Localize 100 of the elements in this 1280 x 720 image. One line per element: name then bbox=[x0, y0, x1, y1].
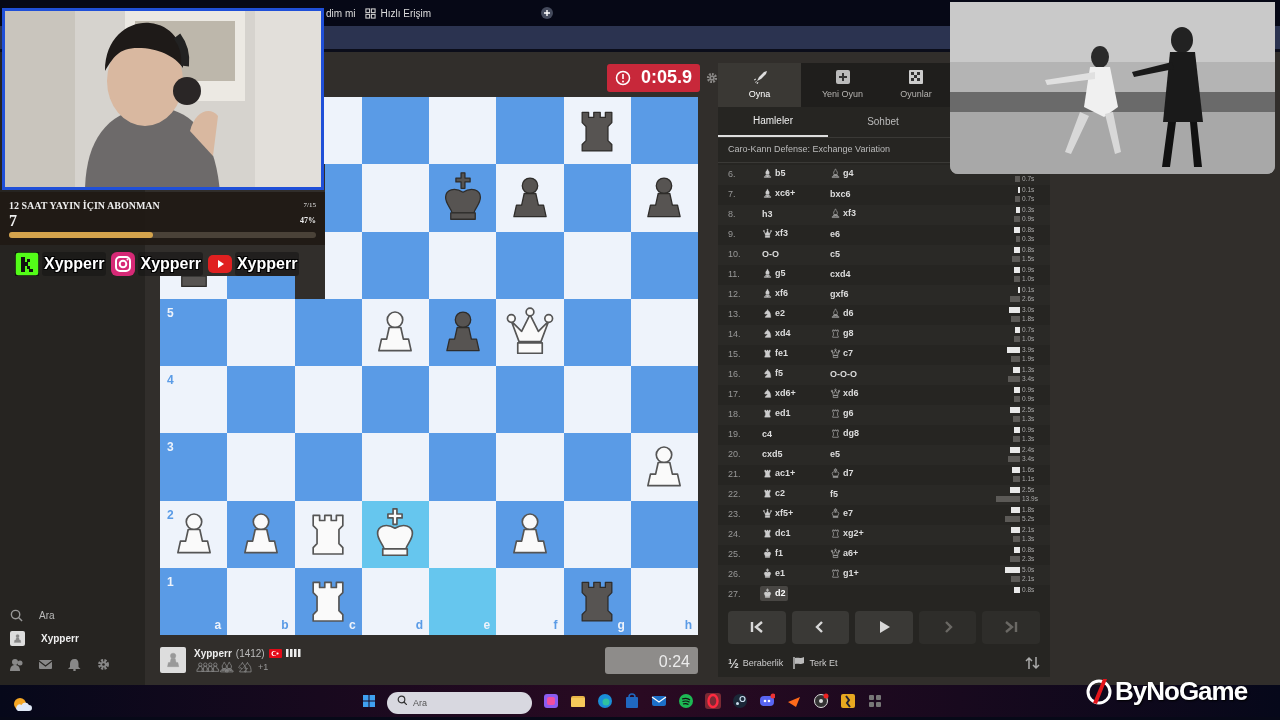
knight-icon bbox=[762, 387, 773, 399]
rook-icon bbox=[830, 527, 841, 539]
move-link[interactable]: d2 bbox=[760, 585, 788, 602]
move-link[interactable]: f1 bbox=[760, 545, 785, 562]
draw-link[interactable]: ½ Beraberlik bbox=[728, 653, 784, 673]
move-link[interactable]: c5 bbox=[828, 246, 842, 263]
move-link[interactable]: cxd5 bbox=[760, 446, 785, 463]
move-link[interactable]: O-O bbox=[760, 246, 781, 263]
bishop-icon bbox=[830, 207, 841, 219]
move-link[interactable]: xd6+ bbox=[760, 385, 798, 402]
bell-icon[interactable] bbox=[68, 658, 81, 671]
time-bar bbox=[1014, 247, 1020, 253]
move-link[interactable]: xd4 bbox=[760, 325, 793, 342]
move-link[interactable]: e5 bbox=[828, 446, 842, 463]
app-icon[interactable] bbox=[840, 693, 856, 709]
move-link[interactable]: xc6+ bbox=[760, 185, 798, 202]
folder-icon[interactable] bbox=[570, 693, 586, 709]
move-link[interactable]: d7 bbox=[828, 465, 856, 482]
move-link[interactable]: g4 bbox=[828, 165, 856, 182]
grid-app-icon[interactable] bbox=[867, 693, 883, 709]
rank-label: 2 bbox=[167, 508, 174, 521]
move-link[interactable]: f5 bbox=[828, 486, 840, 503]
move-link[interactable]: g5 bbox=[760, 265, 788, 282]
time-bar bbox=[1005, 567, 1020, 573]
move-number: 7. bbox=[727, 187, 737, 201]
resign-link[interactable]: Terk Et bbox=[793, 656, 838, 671]
move-link[interactable]: dc1 bbox=[760, 525, 793, 542]
move-nav-button[interactable] bbox=[728, 610, 786, 644]
move-link[interactable]: xd6 bbox=[828, 385, 861, 402]
time-bar bbox=[1013, 267, 1020, 273]
move-link[interactable]: gxf6 bbox=[828, 286, 851, 303]
move-link[interactable]: bxc6 bbox=[828, 186, 853, 203]
shopping-bag-icon[interactable] bbox=[624, 693, 640, 709]
move-link[interactable]: b5 bbox=[760, 165, 788, 182]
move-link[interactable]: c4 bbox=[760, 426, 774, 443]
move-link[interactable]: a6+ bbox=[828, 545, 861, 562]
move-nav-button[interactable] bbox=[855, 610, 913, 644]
move-link[interactable]: g6 bbox=[828, 405, 856, 422]
username-link[interactable]: Xypperr bbox=[41, 631, 79, 646]
move-link[interactable]: xg2+ bbox=[828, 525, 866, 542]
search-icon[interactable] bbox=[10, 609, 23, 622]
sound-waves-icon[interactable] bbox=[678, 693, 694, 709]
bars-icon bbox=[285, 649, 301, 658]
taskbar-search-field[interactable]: Ara bbox=[387, 691, 532, 714]
browser-icon[interactable] bbox=[597, 693, 613, 709]
move-link[interactable]: h3 bbox=[760, 206, 775, 223]
move-link[interactable]: e1 bbox=[760, 565, 787, 582]
panel-tab[interactable]: Sohbet bbox=[828, 106, 938, 137]
move-link[interactable]: g1+ bbox=[828, 565, 861, 582]
move-link[interactable]: ac1+ bbox=[760, 465, 798, 482]
queen-icon bbox=[762, 507, 773, 519]
move-number: 11. bbox=[727, 267, 741, 281]
weather-icon[interactable] bbox=[12, 695, 32, 713]
add-icon[interactable] bbox=[541, 7, 553, 19]
ring-icon[interactable] bbox=[705, 693, 721, 709]
move-link[interactable]: xf3 bbox=[760, 225, 790, 242]
nav-tab[interactable]: Oyna bbox=[718, 63, 801, 107]
avatar-icon[interactable] bbox=[10, 631, 25, 646]
search-link[interactable]: Ara bbox=[39, 608, 55, 623]
flip-board-icon[interactable] bbox=[1025, 656, 1040, 671]
move-number: 12. bbox=[727, 287, 742, 301]
move-link[interactable]: e2 bbox=[760, 305, 787, 322]
time-bar bbox=[1012, 367, 1020, 373]
settings-icon[interactable] bbox=[97, 658, 110, 671]
move-link[interactable]: xf5+ bbox=[760, 505, 796, 522]
chat-app-icon[interactable] bbox=[759, 693, 775, 709]
mail-icon[interactable] bbox=[651, 693, 667, 709]
panel-tab[interactable]: Hamleler bbox=[718, 106, 828, 137]
disc-icon[interactable] bbox=[732, 693, 748, 709]
friends-icon[interactable] bbox=[10, 658, 23, 671]
move-link[interactable]: g8 bbox=[828, 325, 856, 342]
player-name[interactable]: Xypperr bbox=[194, 645, 232, 661]
board-square[interactable] bbox=[160, 276, 228, 299]
move-link[interactable]: xf6 bbox=[760, 285, 790, 302]
windows-logo-icon[interactable] bbox=[362, 694, 376, 708]
move-link[interactable]: O-O-O bbox=[828, 366, 859, 383]
bookmark-link[interactable]: Hızlı Erişim bbox=[365, 5, 431, 21]
move-number: 20. bbox=[727, 447, 742, 461]
move-number: 22. bbox=[727, 487, 742, 501]
record-icon[interactable] bbox=[813, 693, 829, 709]
move-link[interactable]: c7 bbox=[828, 345, 855, 362]
move-link[interactable]: xf3 bbox=[828, 205, 858, 222]
bookmark-link[interactable]: dim mi bbox=[326, 5, 356, 21]
captured-pieces-drawing bbox=[194, 661, 254, 674]
move-link[interactable]: e7 bbox=[828, 505, 855, 522]
move-link[interactable]: ed1 bbox=[760, 405, 793, 422]
app-icon[interactable] bbox=[543, 693, 559, 709]
flag-icon bbox=[793, 656, 806, 671]
settings-icon[interactable] bbox=[706, 71, 718, 84]
rook-icon bbox=[762, 527, 773, 539]
move-link[interactable]: cxd4 bbox=[828, 266, 853, 283]
move-link[interactable]: e6 bbox=[828, 226, 842, 243]
move-link[interactable]: c2 bbox=[760, 485, 787, 502]
rook-icon bbox=[762, 487, 773, 499]
move-link[interactable]: fe1 bbox=[760, 345, 790, 362]
move-link[interactable]: dg8 bbox=[828, 425, 861, 442]
time-bar bbox=[1012, 536, 1020, 542]
move-link[interactable]: f5 bbox=[760, 365, 785, 382]
move-link[interactable]: d6 bbox=[828, 305, 856, 322]
social-handle: Xypperr bbox=[234, 252, 300, 276]
